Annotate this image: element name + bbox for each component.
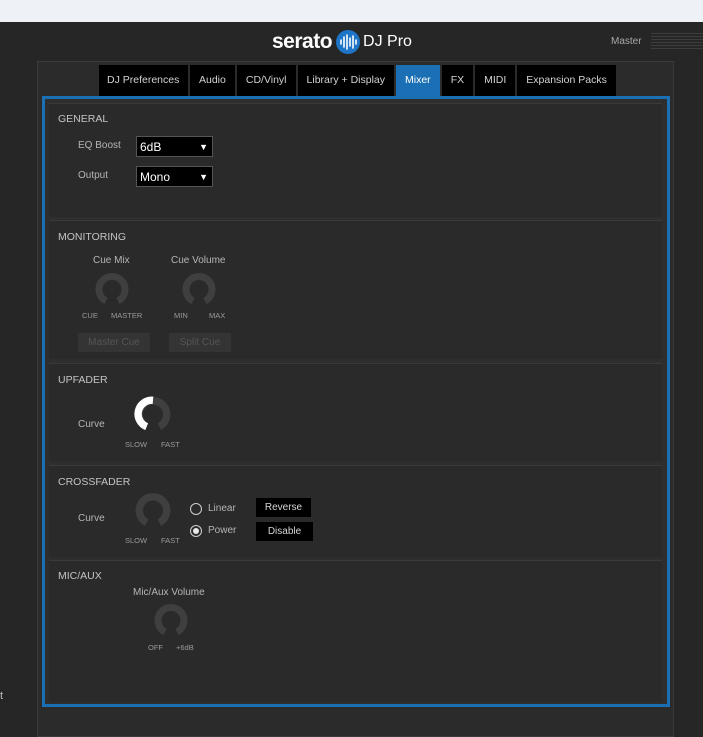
linear-radio[interactable] [190, 503, 202, 515]
upfader-curve-label: Curve [78, 419, 105, 430]
cue-volume-min-label: MIN [174, 311, 188, 320]
output-label: Output [78, 170, 109, 181]
power-label: Power [208, 525, 237, 536]
eq-boost-value: 6dB [140, 140, 162, 154]
section-title-monitoring: MONITORING [58, 231, 127, 243]
mic-aux-max-label: +6dB [176, 643, 194, 652]
brand-word: serato [272, 30, 333, 53]
crossfader-curve-knob[interactable] [134, 491, 172, 529]
tab-fx[interactable]: FX [441, 65, 474, 96]
output-value: Mono [140, 170, 171, 184]
cue-volume-knob[interactable] [181, 271, 217, 307]
split-cue-button[interactable]: Split Cue [169, 333, 231, 352]
master-level-meter [651, 33, 703, 51]
cue-mix-min-label: CUE [82, 311, 98, 320]
crossfader-curve-label: Curve [78, 513, 105, 524]
section-title-general: GENERAL [58, 113, 109, 125]
master-label: Master [611, 36, 642, 47]
upfader-curve-knob[interactable] [134, 395, 172, 433]
crossfader-section: CROSSFADER Curve SLOW FAST Linear Power … [49, 465, 662, 557]
upfader-min-label: SLOW [125, 440, 148, 449]
section-title-mic-aux: MIC/AUX [58, 570, 102, 582]
general-section: GENERAL EQ Boost 6dB ▼ Output Mono ▼ [49, 103, 662, 217]
mic-aux-volume-label: Mic/Aux Volume [133, 587, 205, 598]
crossfader-min-label: SLOW [125, 536, 148, 545]
tab-audio[interactable]: Audio [190, 65, 235, 96]
tab-expansion-packs[interactable]: Expansion Packs [517, 65, 616, 96]
cue-volume-max-label: MAX [209, 311, 226, 320]
mic-aux-min-label: OFF [148, 643, 163, 652]
upfader-max-label: FAST [161, 440, 180, 449]
tab-cd-vinyl[interactable]: CD/Vinyl [236, 65, 296, 96]
section-title-upfader: UPFADER [58, 374, 108, 386]
preferences-tabs: DJ Preferences Audio CD/Vinyl Library + … [99, 65, 618, 96]
mic-aux-section: MIC/AUX Mic/Aux Volume OFF +6dB [49, 560, 662, 702]
tab-mixer[interactable]: Mixer [396, 65, 440, 96]
master-cue-button[interactable]: Master Cue [78, 333, 150, 352]
disable-button[interactable]: Disable [256, 522, 313, 541]
dropdown-arrow-icon: ▼ [199, 172, 208, 182]
cue-mix-max-label: MASTER [111, 311, 143, 320]
tab-library-display[interactable]: Library + Display [297, 65, 395, 96]
section-title-crossfader: CROSSFADER [58, 476, 131, 488]
serato-waveform-icon [336, 30, 361, 54]
dropdown-arrow-icon: ▼ [199, 142, 208, 152]
cue-mix-knob[interactable] [94, 271, 130, 307]
linear-label: Linear [208, 503, 236, 514]
crossfader-max-label: FAST [161, 536, 180, 545]
eq-boost-select[interactable]: 6dB ▼ [136, 136, 213, 157]
mic-aux-volume-knob[interactable] [153, 602, 189, 638]
monitoring-section: MONITORING Cue Mix CUE MASTER Cue Volume… [49, 220, 662, 359]
upfader-section: UPFADER Curve SLOW FAST [49, 363, 662, 461]
eq-boost-label: EQ Boost [78, 140, 121, 151]
app-header: serato DJ Pro Master [0, 22, 703, 62]
tab-dj-preferences[interactable]: DJ Preferences [99, 65, 188, 96]
cue-mix-label: Cue Mix [93, 255, 130, 266]
tab-midi[interactable]: MIDI [475, 65, 516, 96]
product-name: DJ Pro [363, 33, 412, 50]
power-radio[interactable] [190, 525, 202, 537]
side-text-fragment: t [0, 690, 4, 702]
reverse-button[interactable]: Reverse [256, 498, 311, 517]
cue-volume-label: Cue Volume [171, 255, 226, 266]
top-strip [0, 0, 703, 22]
output-select[interactable]: Mono ▼ [136, 166, 213, 187]
serato-logo: serato DJ Pro [272, 29, 412, 55]
